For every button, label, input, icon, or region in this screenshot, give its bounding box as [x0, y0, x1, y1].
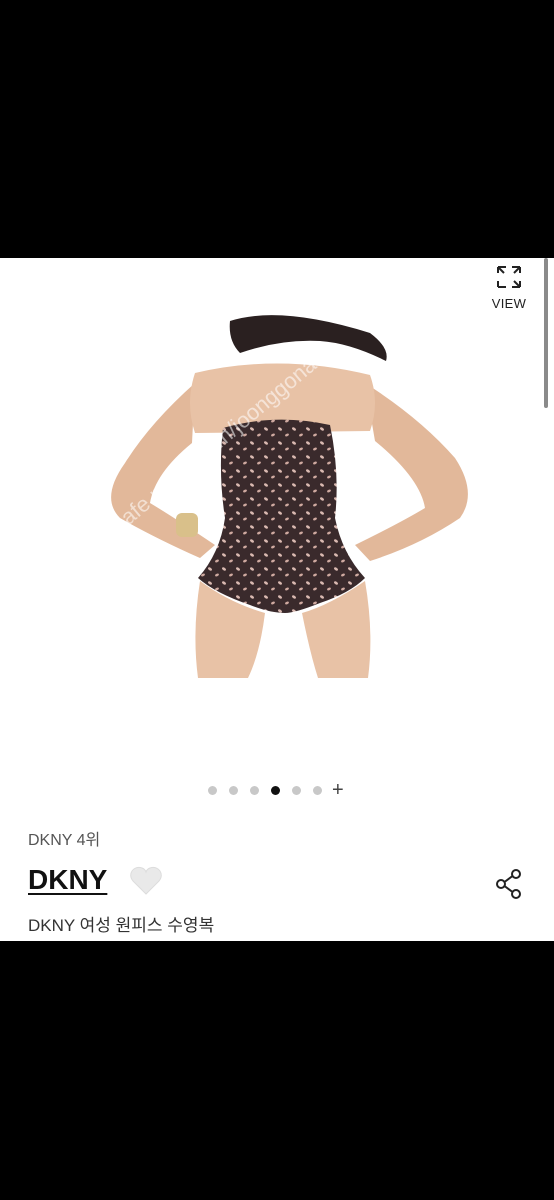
- product-name: DKNY 여성 원피스 수영복: [28, 916, 215, 935]
- pager-more-icon[interactable]: +: [332, 780, 344, 800]
- bottom-black-bar: [0, 941, 554, 1200]
- pager-dot[interactable]: [250, 785, 259, 795]
- brand-rank[interactable]: DKNY 4위: [28, 826, 100, 850]
- top-black-bar: [0, 0, 554, 258]
- brand-name[interactable]: DKNY: [28, 864, 107, 896]
- share-icon[interactable]: [494, 868, 524, 900]
- scrollbar[interactable]: [544, 258, 548, 408]
- image-pager[interactable]: +: [208, 780, 344, 800]
- product-photo[interactable]: cafe.naver.com/joonggonara: [80, 313, 480, 683]
- pager-dot-active[interactable]: [271, 785, 280, 795]
- pager-dot[interactable]: [229, 785, 238, 795]
- pager-dot[interactable]: [313, 785, 322, 795]
- expand-icon: [497, 266, 521, 288]
- product-detail-page: VIEW cafe.naver.com/joonggonara + DKNY 4…: [0, 258, 554, 941]
- view-label: VIEW: [491, 296, 527, 311]
- pager-dot[interactable]: [208, 785, 217, 795]
- heart-icon[interactable]: [129, 866, 163, 896]
- fullscreen-view-button[interactable]: VIEW: [486, 264, 532, 316]
- pager-dot[interactable]: [292, 785, 301, 795]
